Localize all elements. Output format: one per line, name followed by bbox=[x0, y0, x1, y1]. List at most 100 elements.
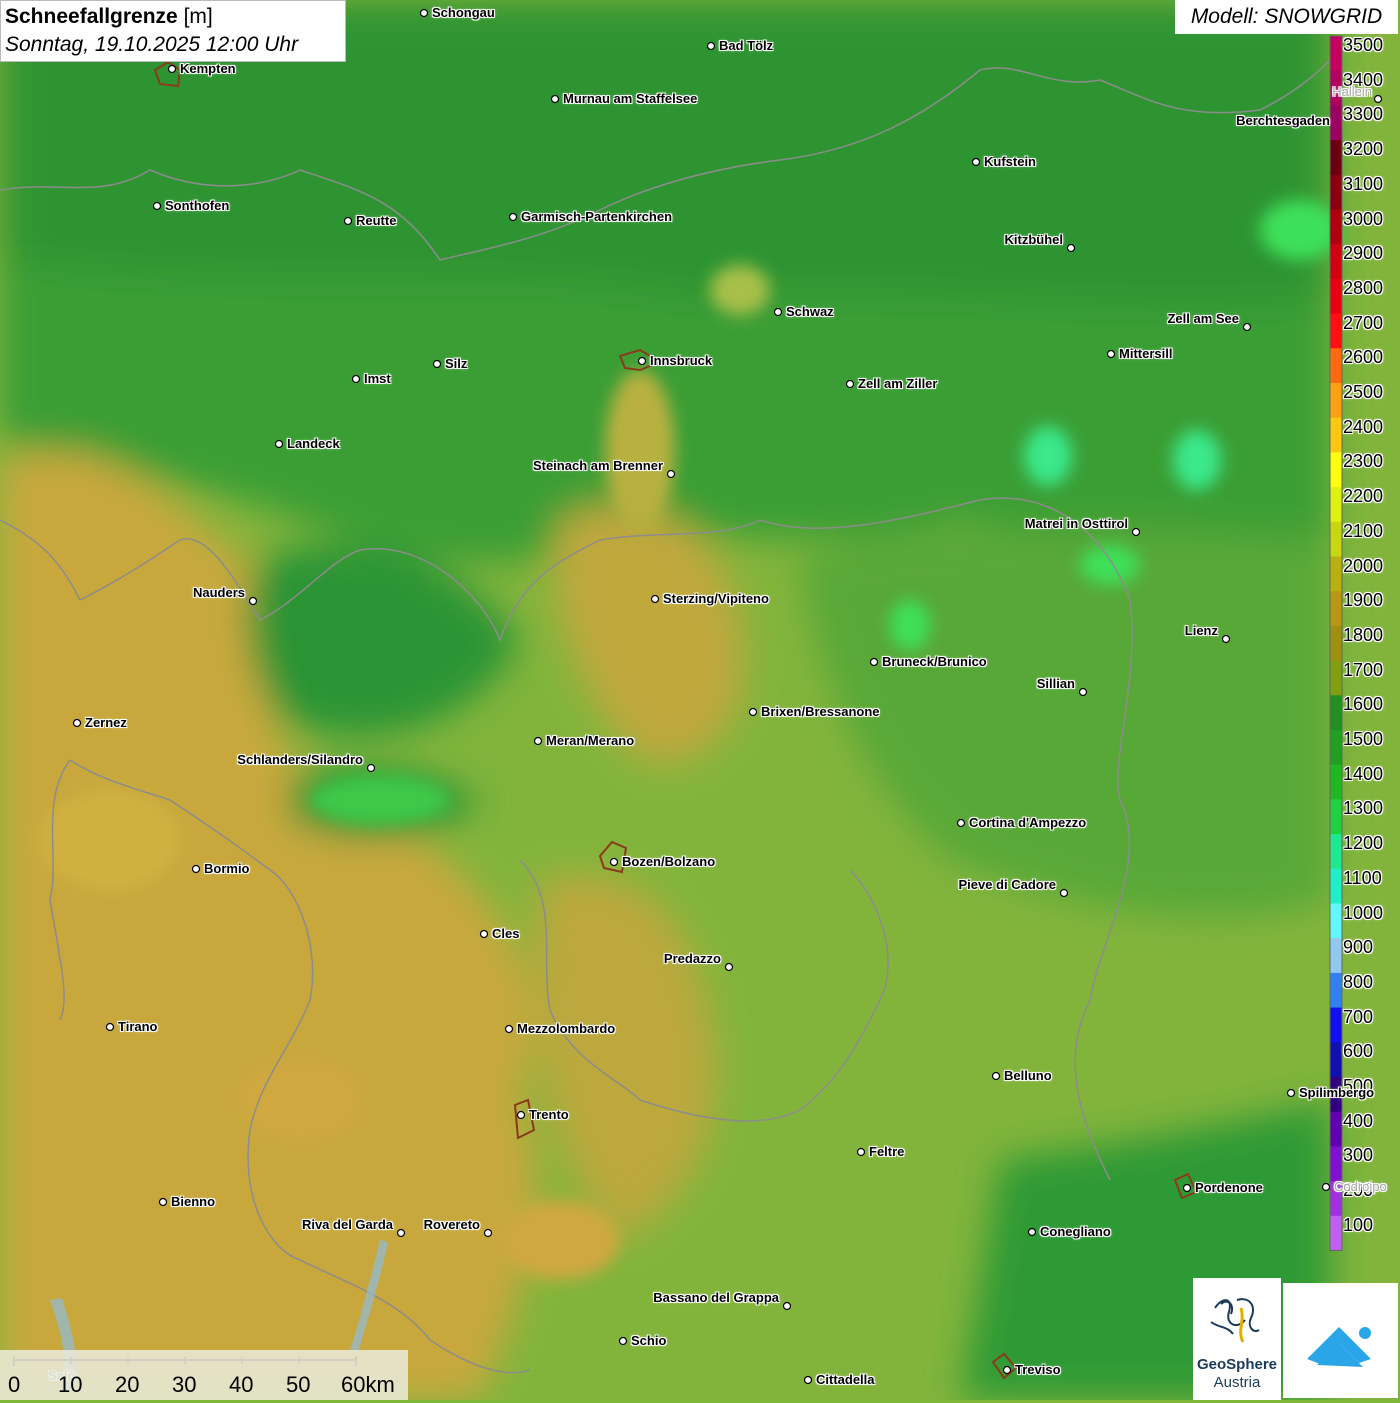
city-label-predazzo[interactable]: Predazzo bbox=[664, 951, 721, 966]
city-label-berchtesgaden[interactable]: Berchtesgaden bbox=[1236, 113, 1330, 128]
legend-swatch bbox=[1330, 1215, 1342, 1251]
city-label-cles[interactable]: Cles bbox=[492, 926, 519, 941]
scale-label: 10 bbox=[58, 1372, 83, 1397]
city-label-zell-am-ziller[interactable]: Zell am Ziller bbox=[858, 376, 937, 391]
city-label-murnau-am-staffelsee[interactable]: Murnau am Staffelsee bbox=[563, 91, 697, 106]
city-label-cittadella[interactable]: Cittadella bbox=[816, 1372, 875, 1387]
city-label-bienno[interactable]: Bienno bbox=[171, 1194, 215, 1209]
geosphere-sub: Austria bbox=[1213, 1374, 1261, 1391]
legend-tick-label: 1400 bbox=[1343, 763, 1384, 784]
city-label-mezzolombardo[interactable]: Mezzolombardo bbox=[517, 1021, 615, 1036]
city-label-treviso[interactable]: Treviso bbox=[1015, 1362, 1061, 1377]
legend-tick-label: 700 bbox=[1343, 1006, 1374, 1027]
legend-tick-label: 3100 bbox=[1343, 173, 1384, 194]
city-label-meran-merano[interactable]: Meran/Merano bbox=[546, 733, 634, 748]
app-logo[interactable] bbox=[1283, 1283, 1398, 1398]
city-label-schwaz[interactable]: Schwaz bbox=[786, 304, 834, 319]
city-label-rovereto[interactable]: Rovereto bbox=[424, 1217, 480, 1232]
city-dot-tirano bbox=[105, 1022, 115, 1032]
city-label-lienz[interactable]: Lienz bbox=[1185, 623, 1218, 638]
city-label-belluno[interactable]: Belluno bbox=[1004, 1068, 1052, 1083]
city-label-feltre[interactable]: Feltre bbox=[869, 1144, 904, 1159]
legend-swatch bbox=[1330, 730, 1342, 766]
city-label-imst[interactable]: Imst bbox=[364, 371, 391, 386]
city-label-kitzb-hel[interactable]: Kitzbühel bbox=[1005, 232, 1064, 247]
city-dot-bormio bbox=[191, 864, 201, 874]
city-dot-matrei-in-osttirol bbox=[1131, 527, 1141, 537]
city-dot-codroipo bbox=[1321, 1182, 1331, 1192]
city-label-cortina-d-ampezzo[interactable]: Cortina d'Ampezzo bbox=[969, 815, 1086, 830]
city-label-reutte[interactable]: Reutte bbox=[356, 213, 396, 228]
legend-swatch bbox=[1330, 764, 1342, 800]
city-dot-schongau bbox=[419, 8, 429, 18]
geosphere-logo[interactable]: GeoSphere Austria bbox=[1193, 1278, 1281, 1400]
legend-swatch bbox=[1330, 1146, 1342, 1182]
city-label-zell-am-see[interactable]: Zell am See bbox=[1167, 311, 1239, 326]
city-dot-spilimbergo bbox=[1286, 1088, 1296, 1098]
legend-swatch bbox=[1330, 383, 1342, 419]
city-label-kempten[interactable]: Kempten bbox=[180, 61, 236, 76]
city-label-hallein[interactable]: Hallein bbox=[1332, 84, 1372, 99]
legend-swatch bbox=[1330, 972, 1342, 1009]
legend-tick-label: 2700 bbox=[1343, 312, 1384, 333]
legend-swatch bbox=[1330, 799, 1342, 835]
map-title-box: Schneefallgrenze [m] Sonntag, 19.10.2025… bbox=[0, 0, 346, 62]
city-label-kufstein[interactable]: Kufstein bbox=[984, 154, 1036, 169]
city-dot-cortina-d-ampezzo bbox=[956, 818, 966, 828]
legend-tick-label: 2300 bbox=[1343, 451, 1384, 472]
legend-tick-label: 2900 bbox=[1343, 243, 1384, 264]
city-label-schio[interactable]: Schio bbox=[631, 1333, 666, 1348]
city-dot-predazzo bbox=[724, 962, 734, 972]
city-label-spilimbergo[interactable]: Spilimbergo bbox=[1299, 1085, 1374, 1100]
city-label-sillian[interactable]: Sillian bbox=[1037, 676, 1075, 691]
city-label-innsbruck[interactable]: Innsbruck bbox=[650, 353, 712, 368]
legend-swatch bbox=[1330, 903, 1342, 939]
city-label-schlanders-silandro[interactable]: Schlanders/Silandro bbox=[237, 752, 363, 767]
city-dot-belluno bbox=[991, 1071, 1001, 1081]
city-label-zernez[interactable]: Zernez bbox=[85, 715, 127, 730]
scale-label: 20 bbox=[115, 1372, 140, 1397]
city-dot-kitzb-hel bbox=[1066, 243, 1076, 253]
city-label-codroipo[interactable]: Codroipo bbox=[1334, 1179, 1387, 1194]
city-dot-conegliano bbox=[1027, 1227, 1037, 1237]
legend-tick-label: 400 bbox=[1343, 1110, 1374, 1131]
city-label-sonthofen[interactable]: Sonthofen bbox=[165, 198, 229, 213]
city-label-tirano[interactable]: Tirano bbox=[118, 1019, 158, 1034]
city-label-bruneck-brunico[interactable]: Bruneck/Brunico bbox=[882, 654, 987, 669]
geosphere-name: GeoSphere bbox=[1196, 1356, 1278, 1373]
city-dot-zell-am-see bbox=[1242, 322, 1252, 332]
legend-swatch bbox=[1330, 1111, 1342, 1147]
city-label-sterzing-vipiteno[interactable]: Sterzing/Vipiteno bbox=[663, 591, 769, 606]
city-label-pieve-di-cadore[interactable]: Pieve di Cadore bbox=[958, 877, 1056, 892]
legend-tick-label: 1800 bbox=[1343, 624, 1384, 645]
legend-tick-label: 1100 bbox=[1343, 867, 1382, 888]
city-dot-schio bbox=[618, 1336, 628, 1346]
city-label-garmisch-partenkirchen[interactable]: Garmisch-Partenkirchen bbox=[521, 209, 672, 224]
city-label-conegliano[interactable]: Conegliano bbox=[1040, 1224, 1111, 1239]
city-label-mittersill[interactable]: Mittersill bbox=[1119, 346, 1172, 361]
legend-swatch bbox=[1330, 348, 1342, 384]
city-label-trento[interactable]: Trento bbox=[529, 1107, 569, 1122]
city-label-brixen-bressanone[interactable]: Brixen/Bressanone bbox=[761, 704, 880, 719]
city-label-schongau[interactable]: Schongau bbox=[432, 5, 495, 20]
city-label-landeck[interactable]: Landeck bbox=[287, 436, 340, 451]
city-label-pordenone[interactable]: Pordenone bbox=[1195, 1180, 1263, 1195]
legend-tick-label: 3500 bbox=[1343, 35, 1384, 55]
city-label-matrei-in-osttirol[interactable]: Matrei in Osttirol bbox=[1025, 516, 1128, 531]
city-dot-feltre bbox=[856, 1147, 866, 1157]
city-label-bormio[interactable]: Bormio bbox=[204, 861, 250, 876]
city-label-bozen-bolzano[interactable]: Bozen/Bolzano bbox=[622, 854, 715, 869]
city-label-riva-del-garda[interactable]: Riva del Garda bbox=[302, 1217, 393, 1232]
city-label-steinach-am-brenner[interactable]: Steinach am Brenner bbox=[533, 458, 663, 473]
city-dot-sonthofen bbox=[152, 201, 162, 211]
city-dot-sillian bbox=[1078, 687, 1088, 697]
city-label-bad-t-lz[interactable]: Bad Tölz bbox=[719, 38, 773, 53]
model-label: Modell: SNOWGRID bbox=[1175, 0, 1398, 34]
city-label-bassano-del-grappa[interactable]: Bassano del Grappa bbox=[653, 1290, 779, 1305]
geosphere-emblem-icon bbox=[1210, 1298, 1260, 1343]
city-dot-brixen-bressanone bbox=[748, 707, 758, 717]
city-label-silz[interactable]: Silz bbox=[445, 356, 467, 371]
city-dot-steinach-am-brenner bbox=[666, 469, 676, 479]
legend-swatch bbox=[1330, 313, 1342, 349]
city-label-nauders[interactable]: Nauders bbox=[193, 585, 245, 600]
